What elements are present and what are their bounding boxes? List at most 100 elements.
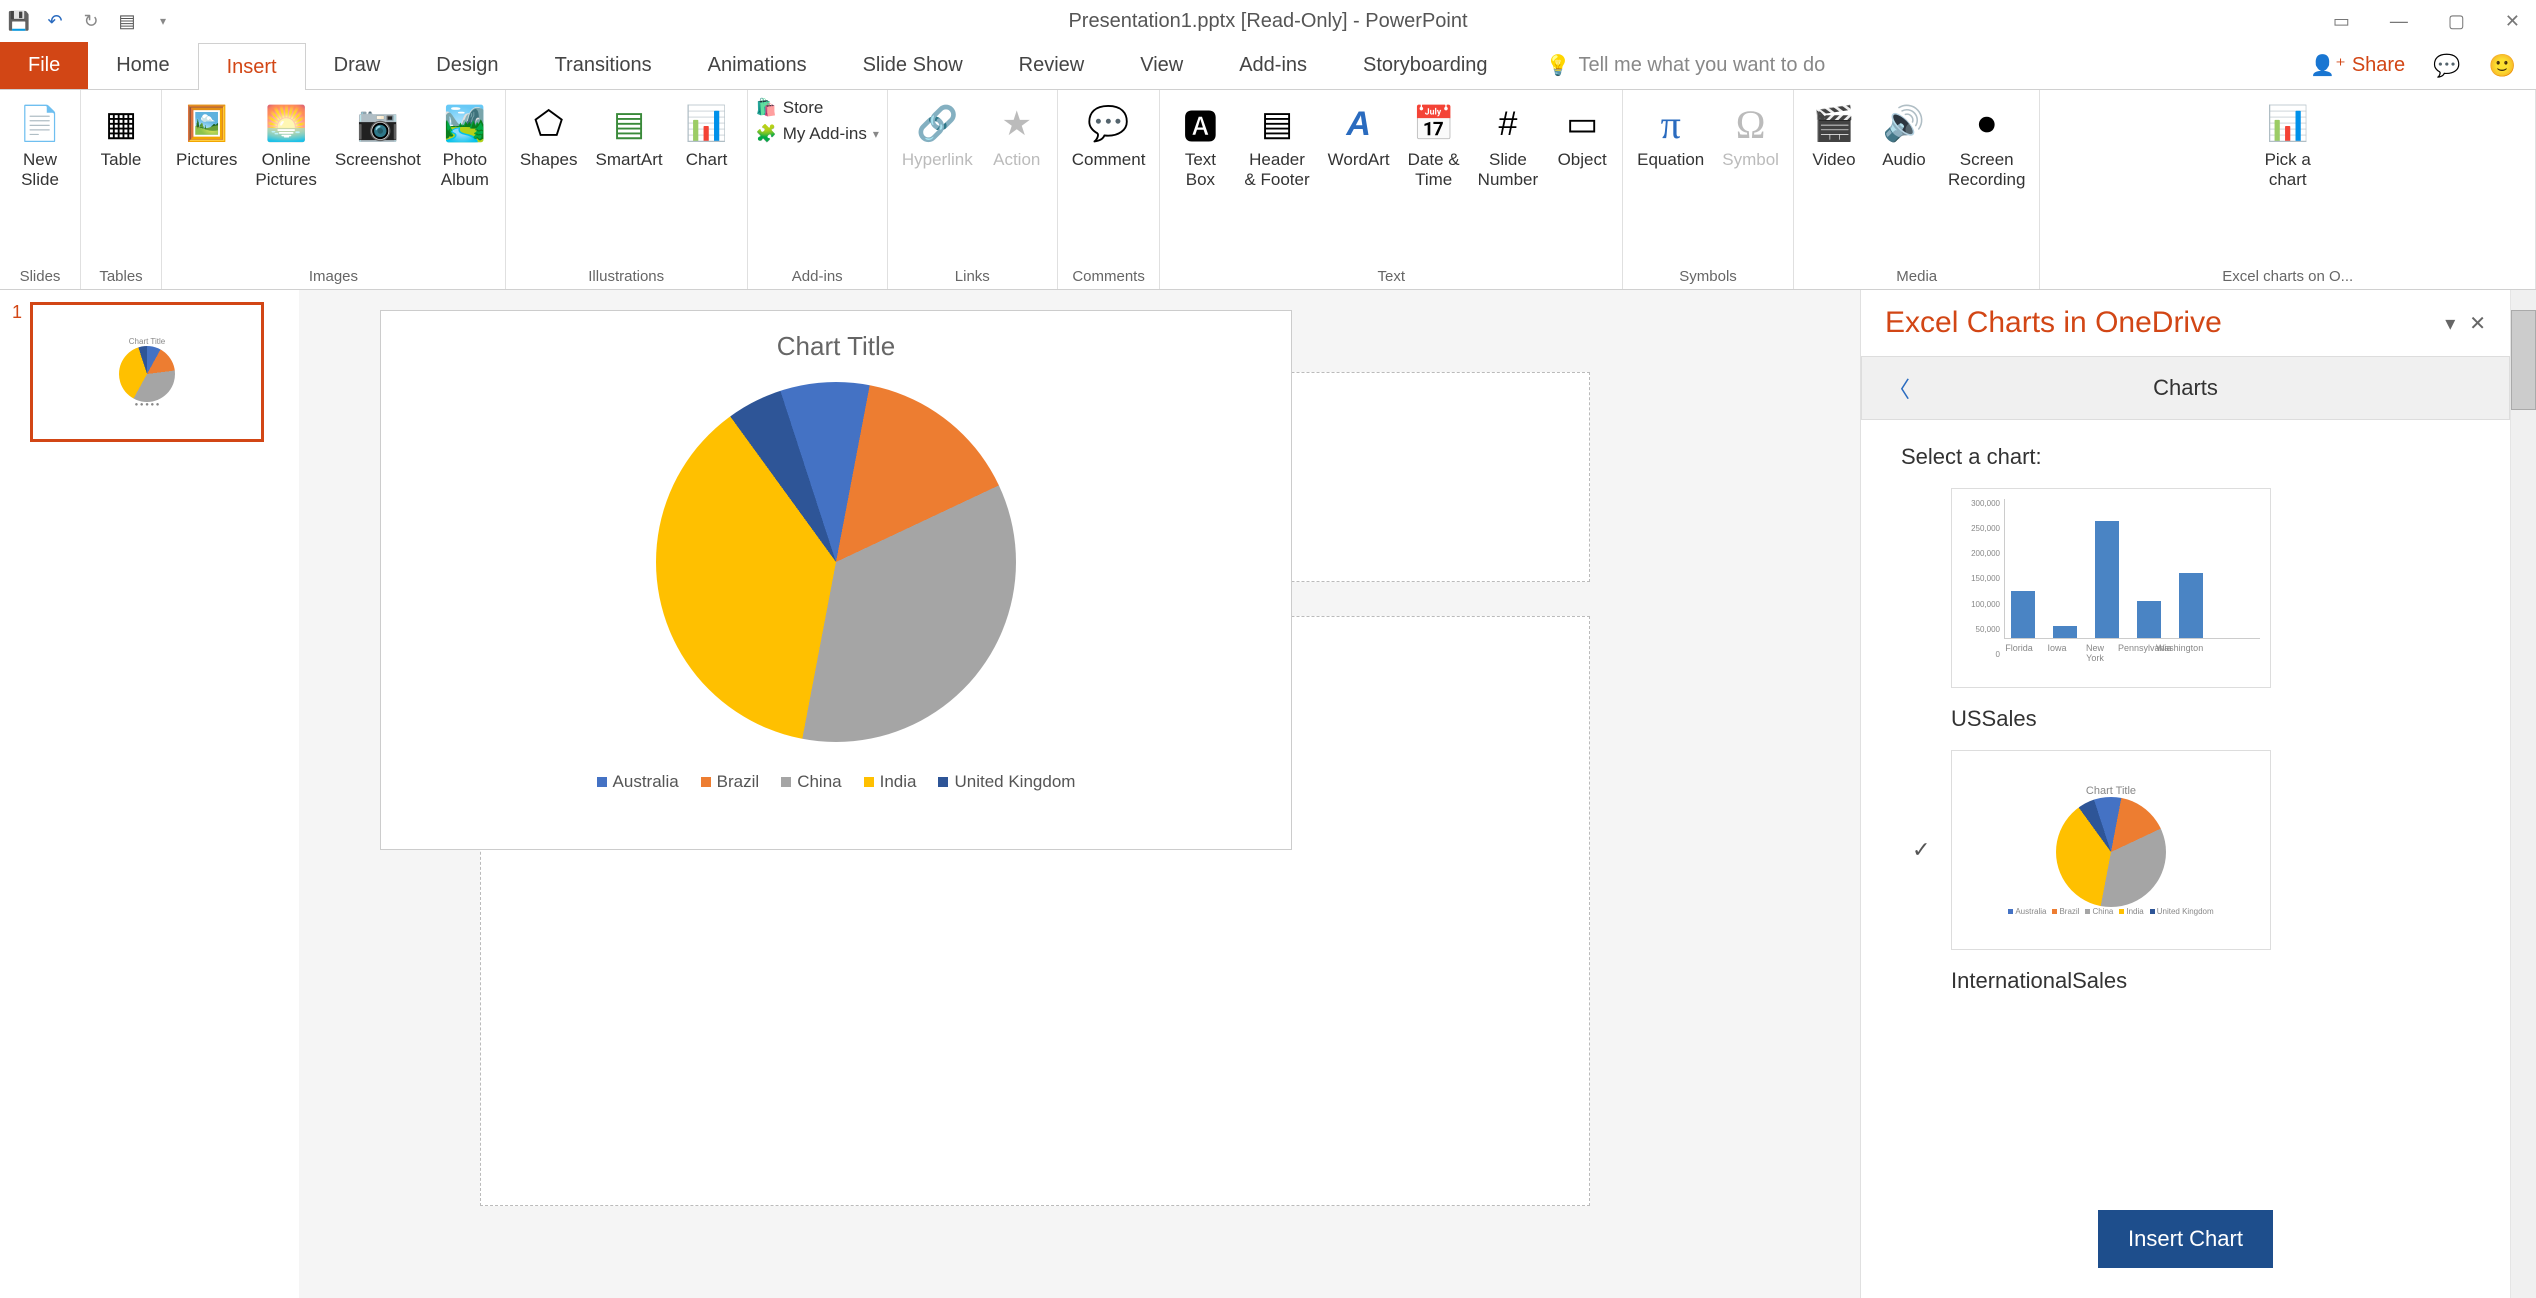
video-button[interactable]: 🎬Video	[1802, 98, 1866, 172]
comment-button[interactable]: 💬Comment	[1066, 98, 1152, 172]
tell-me-search[interactable]: 💡 Tell me what you want to do	[1516, 42, 2311, 89]
slide-number-icon: #	[1484, 100, 1532, 148]
chart-option-ussales[interactable]: 050,000100,000150,000200,000250,000300,0…	[1951, 488, 2271, 688]
chart1-name: USSales	[1951, 706, 2470, 732]
tab-animations[interactable]: Animations	[680, 42, 835, 89]
photo-album-button[interactable]: 🏞️Photo Album	[433, 98, 497, 193]
audio-button[interactable]: 🔊Audio	[1872, 98, 1936, 172]
datetime-button[interactable]: 📅Date & Time	[1402, 98, 1466, 193]
group-label-symbols: Symbols	[1631, 266, 1785, 285]
share-button[interactable]: 👤⁺ Share	[2310, 53, 2405, 78]
hyperlink-button: 🔗Hyperlink	[896, 98, 979, 172]
start-presentation-icon[interactable]: ▤	[116, 10, 138, 32]
undo-icon[interactable]: ↶	[44, 10, 66, 32]
new-slide-button[interactable]: 📄 New Slide	[8, 98, 72, 193]
chart-title: Chart Title	[777, 331, 896, 362]
pick-a-chart-button[interactable]: 📊Pick a chart	[2256, 98, 2320, 193]
table-button[interactable]: ▦ Table	[89, 98, 153, 172]
slide-number: 1	[12, 302, 22, 323]
insert-chart-button[interactable]: Insert Chart	[2098, 1210, 2273, 1268]
tab-storyboarding[interactable]: Storyboarding	[1335, 42, 1516, 89]
pictures-icon: 🖼️	[183, 100, 231, 148]
tab-review[interactable]: Review	[991, 42, 1113, 89]
screenshot-icon: 📷	[354, 100, 402, 148]
slide-thumbnail-1[interactable]: Chart Title ● ● ● ● ●	[30, 302, 264, 442]
screen-recording-button[interactable]: ⏺Screen Recording	[1942, 98, 2032, 193]
datetime-icon: 📅	[1410, 100, 1458, 148]
chart2-name: InternationalSales	[1951, 968, 2470, 994]
group-text: 🅰Text Box ▤Header & Footer AWordArt 📅Dat…	[1160, 90, 1623, 289]
save-icon[interactable]: 💾	[8, 10, 30, 32]
group-label-comments: Comments	[1066, 266, 1152, 285]
window-buttons: ▭ — ▢ ✕	[2325, 7, 2528, 36]
redo-icon[interactable]: ↻	[80, 10, 102, 32]
select-chart-label: Select a chart:	[1901, 444, 2470, 470]
qat-dropdown-icon[interactable]: ▾	[152, 10, 174, 32]
taskpane-close-icon[interactable]: ✕	[2469, 311, 2486, 336]
group-label-text: Text	[1168, 266, 1614, 285]
back-icon[interactable]: 〈	[1888, 372, 1910, 404]
maximize-icon[interactable]: ▢	[2440, 7, 2473, 36]
tab-design[interactable]: Design	[408, 42, 526, 89]
group-symbols: πEquation ΩSymbol Symbols	[1623, 90, 1794, 289]
chart-option-international[interactable]: Chart Title AustraliaBrazilChinaIndiaUni…	[1951, 750, 2271, 950]
group-label-illustrations: Illustrations	[514, 266, 739, 285]
minimize-icon[interactable]: —	[2382, 7, 2416, 36]
chart-preview-card[interactable]: Chart Title AustraliaBrazilChinaIndiaUni…	[380, 310, 1292, 850]
group-links: 🔗Hyperlink ★Action Links	[888, 90, 1058, 289]
action-button: ★Action	[985, 98, 1049, 172]
tab-insert[interactable]: Insert	[198, 43, 306, 90]
scrollbar-thumb[interactable]	[2511, 310, 2536, 410]
addins-icon: 🧩	[756, 124, 777, 144]
tab-file[interactable]: File	[0, 42, 88, 89]
textbox-icon: 🅰	[1176, 100, 1224, 148]
group-images: 🖼️Pictures 🌅Online Pictures 📷Screenshot …	[162, 90, 506, 289]
taskpane-title: Excel Charts in OneDrive	[1885, 306, 2222, 340]
wordart-icon: A	[1335, 100, 1383, 148]
taskpane-footer: Insert Chart	[1861, 1190, 2510, 1298]
shapes-button[interactable]: ⬠Shapes	[514, 98, 584, 172]
object-button[interactable]: ▭Object	[1550, 98, 1614, 172]
equation-button[interactable]: πEquation	[1631, 98, 1710, 172]
screenshot-button[interactable]: 📷Screenshot	[329, 98, 427, 172]
textbox-button[interactable]: 🅰Text Box	[1168, 98, 1232, 193]
ribbon-options-icon[interactable]: ▭	[2325, 7, 2358, 36]
thumbnail-row[interactable]: 1 Chart Title ● ● ● ● ●	[12, 302, 287, 442]
table-icon: ▦	[97, 100, 145, 148]
group-label-slides: Slides	[8, 266, 72, 285]
smiley-feedback-icon[interactable]: 🙂	[2489, 53, 2516, 79]
tab-strip: File Home Insert Draw Design Transitions…	[0, 42, 2536, 90]
group-label-images: Images	[170, 266, 497, 285]
task-pane: Excel Charts in OneDrive ▾ ✕ 〈 Charts Se…	[1860, 290, 2510, 1298]
slide-number-button[interactable]: #Slide Number	[1472, 98, 1544, 193]
taskpane-title-bar: Excel Charts in OneDrive ▾ ✕	[1861, 290, 2510, 356]
online-pictures-button[interactable]: 🌅Online Pictures	[249, 98, 322, 193]
group-comments: 💬Comment Comments	[1058, 90, 1161, 289]
audio-icon: 🔊	[1880, 100, 1928, 148]
comments-pane-icon[interactable]: 💬	[2433, 53, 2460, 79]
chart-icon: 📊	[683, 100, 731, 148]
tab-transitions[interactable]: Transitions	[527, 42, 680, 89]
header-footer-button[interactable]: ▤Header & Footer	[1238, 98, 1315, 193]
screen-recording-icon: ⏺	[1963, 100, 2011, 148]
symbol-button: ΩSymbol	[1716, 98, 1785, 172]
header-footer-icon: ▤	[1253, 100, 1301, 148]
title-bar: 💾 ↶ ↻ ▤ ▾ Presentation1.pptx [Read-Only]…	[0, 0, 2536, 42]
group-addins: 🛍️Store 🧩My Add-ins▾ Add-ins	[748, 90, 888, 289]
tab-view[interactable]: View	[1112, 42, 1211, 89]
group-excel-charts: 📊Pick a chart Excel charts on O...	[2040, 90, 2536, 289]
close-icon[interactable]: ✕	[2497, 7, 2528, 36]
tab-draw[interactable]: Draw	[306, 42, 409, 89]
chart-button[interactable]: 📊Chart	[675, 98, 739, 172]
vertical-scrollbar[interactable]	[2510, 290, 2536, 1298]
pictures-button[interactable]: 🖼️Pictures	[170, 98, 243, 172]
tab-addins[interactable]: Add-ins	[1211, 42, 1335, 89]
slide-canvas[interactable]: Chart Title AustraliaBrazilChinaIndiaUni…	[300, 290, 1860, 1298]
store-button[interactable]: 🛍️Store	[756, 98, 879, 118]
smartart-button[interactable]: ▤SmartArt	[590, 98, 669, 172]
tab-slideshow[interactable]: Slide Show	[835, 42, 991, 89]
taskpane-menu-icon[interactable]: ▾	[2445, 311, 2455, 336]
wordart-button[interactable]: AWordArt	[1322, 98, 1396, 172]
my-addins-button[interactable]: 🧩My Add-ins▾	[756, 124, 879, 144]
tab-home[interactable]: Home	[88, 42, 197, 89]
